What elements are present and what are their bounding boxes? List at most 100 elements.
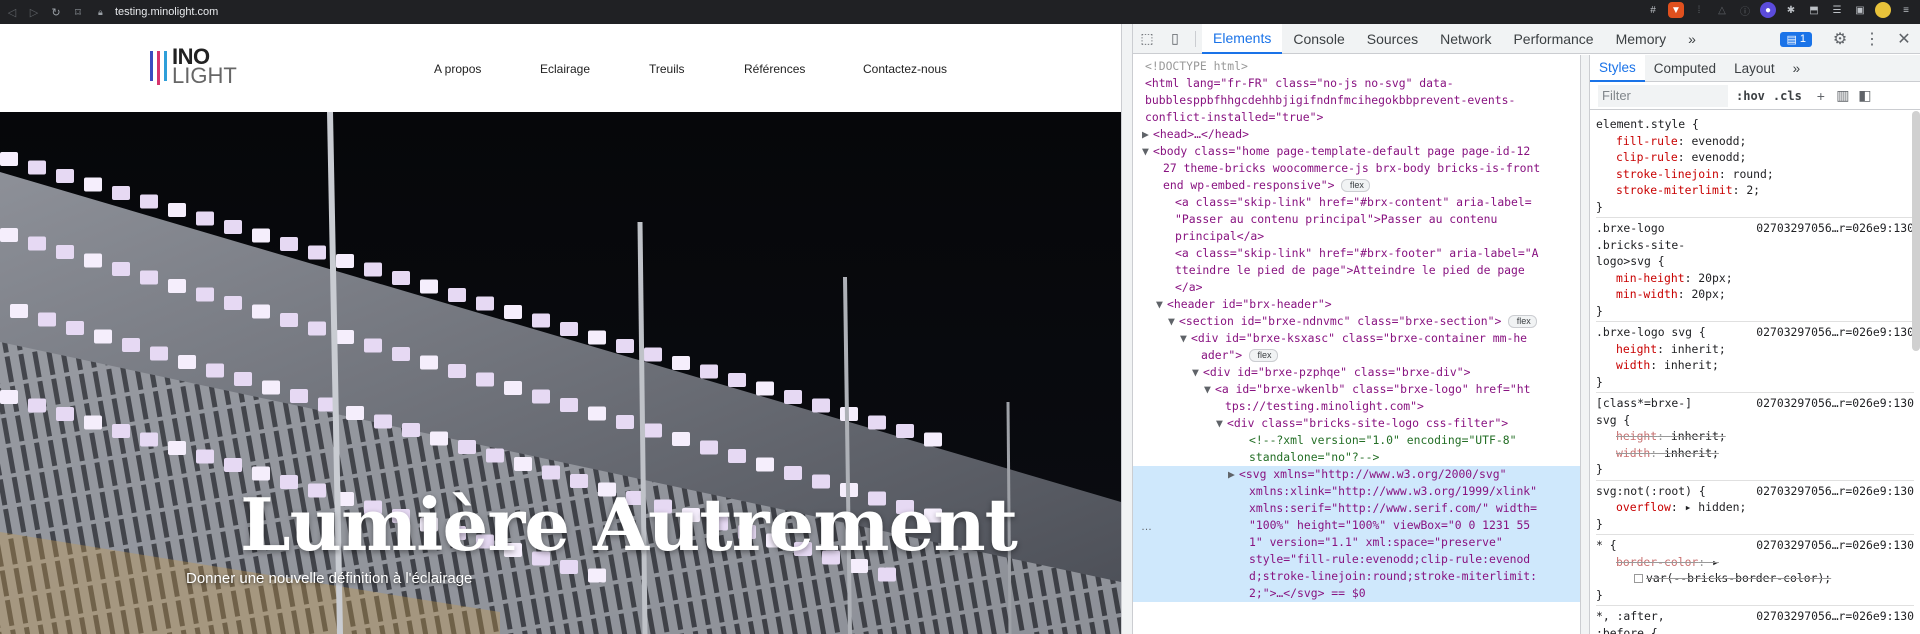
info-icon[interactable]: ⓘ — [1737, 2, 1753, 18]
color-swatch-icon[interactable] — [1634, 574, 1643, 583]
css-declaration[interactable]: clip-rule: evenodd; — [1596, 149, 1914, 166]
profile-avatar[interactable] — [1875, 2, 1891, 18]
tab-layout[interactable]: Layout — [1725, 55, 1784, 82]
tab-computed[interactable]: Computed — [1645, 55, 1725, 82]
tab-network[interactable]: Network — [1429, 24, 1502, 54]
expand-triangle-icon[interactable]: ▼ — [1204, 381, 1215, 398]
back-icon[interactable]: ◁ — [2, 2, 22, 22]
rule-source-link[interactable]: 02703297056…r=026e9:130 — [1756, 483, 1914, 500]
css-declaration[interactable]: width: inherit; — [1596, 445, 1914, 462]
css-declaration[interactable]: min-height: 20px; — [1596, 270, 1914, 287]
vpn-icon[interactable]: ● — [1760, 2, 1776, 18]
sidebar-icon[interactable]: ⁞ — [1691, 2, 1707, 18]
dom-line[interactable]: <html lang="fr-FR" class="no-js no-svg" … — [1133, 75, 1580, 92]
rule-source-link[interactable]: 02703297056…r=026e9:130 — [1756, 395, 1914, 412]
expand-triangle-icon[interactable]: ▼ — [1156, 296, 1167, 313]
flex-badge[interactable]: flex — [1508, 315, 1537, 328]
dom-line[interactable]: <a class="skip-link" href="#brx-footer" … — [1133, 245, 1580, 262]
kebab-menu-icon[interactable]: ⋮ — [1856, 24, 1888, 54]
style-rule[interactable]: * {02703297056…r=026e9:130 border-color: … — [1596, 535, 1914, 606]
css-declaration[interactable]: min-width: 20px; — [1596, 286, 1914, 303]
dom-line[interactable]: style="fill-rule:evenodd;clip-rule:eveno… — [1133, 551, 1580, 568]
reload-icon[interactable]: ↻ — [46, 2, 66, 22]
css-declaration[interactable]: height: inherit; — [1596, 341, 1914, 358]
menu-icon[interactable]: ≡ — [1898, 2, 1914, 18]
dom-line[interactable]: principal</a> — [1133, 228, 1580, 245]
tab-memory[interactable]: Memory — [1605, 24, 1678, 54]
rule-source-link[interactable]: 02703297056…r=026e9:130 — [1756, 608, 1914, 625]
downloads-icon[interactable]: ☰ — [1829, 2, 1845, 18]
tab-styles[interactable]: Styles — [1590, 55, 1645, 82]
css-declaration[interactable]: stroke-linejoin: round; — [1596, 166, 1914, 183]
bookmark-icon[interactable]: ⌑ — [68, 2, 88, 22]
dom-line[interactable]: ▼ <a id="brxe-wkenlb" class="brxe-logo" h… — [1133, 381, 1580, 398]
dom-line[interactable]: ▼ <div id="brxe-pzphqe" class="brxe-div"> — [1133, 364, 1580, 381]
tab-elements[interactable]: Elements — [1202, 23, 1283, 54]
dom-line[interactable]: tteindre le pied de page">Atteindre le p… — [1133, 262, 1580, 279]
wallet-icon[interactable]: ▣ — [1852, 2, 1868, 18]
css-declaration[interactable]: fill-rule: evenodd; — [1596, 133, 1914, 150]
add-rule-icon[interactable]: + — [1810, 85, 1832, 107]
style-rule[interactable]: .brxe-logo .bricks-site- logo>svg {02703… — [1596, 218, 1914, 322]
expand-triangle-icon[interactable]: ▼ — [1192, 364, 1203, 381]
inspect-element-icon[interactable]: ⬚ — [1133, 24, 1161, 54]
device-toolbar-icon[interactable]: ▯ — [1161, 24, 1189, 54]
dom-line[interactable]: conflict-installed="true"> — [1133, 109, 1580, 126]
dom-line[interactable]: bubblesppbfhhgcdehhbjigifndnfmcihegokbbp… — [1133, 92, 1580, 109]
css-declaration[interactable]: height: inherit; — [1596, 428, 1914, 445]
dom-line[interactable]: "Passer au contenu principal">Passer au … — [1133, 211, 1580, 228]
site-logo[interactable]: INO LIGHT — [150, 46, 237, 86]
dom-line[interactable]: <a class="skip-link" href="#brx-content"… — [1133, 194, 1580, 211]
expand-triangle-icon[interactable]: ▼ — [1216, 415, 1227, 432]
dom-line[interactable]: ▶ <head>…</head> — [1133, 126, 1580, 143]
dom-line[interactable]: tps://testing.minolight.com"> — [1133, 398, 1580, 415]
style-rule[interactable]: [class*=brxe-] svg {02703297056…r=026e9:… — [1596, 393, 1914, 481]
ellipsis-menu-icon[interactable]: … — [1141, 521, 1152, 533]
expand-triangle-icon[interactable]: ▼ — [1168, 313, 1179, 330]
expand-triangle-icon[interactable]: ▼ — [1142, 143, 1153, 160]
dom-line[interactable]: <!--?xml version="1.0" encoding="UTF-8" — [1133, 432, 1580, 449]
styles-filter-input[interactable] — [1598, 84, 1728, 107]
dom-line[interactable]: 27 theme-bricks woocommerce-js brx-body … — [1133, 160, 1580, 177]
nav-contact[interactable]: Contactez-nous — [863, 62, 947, 76]
flex-badge[interactable]: flex — [1249, 349, 1278, 362]
dom-line[interactable]: ▼ <div class="bricks-site-logo css-filter… — [1133, 415, 1580, 432]
grid-extension-icon[interactable]: # — [1645, 2, 1661, 18]
dom-line[interactable]: ▼ <header id="brx-header"> — [1133, 296, 1580, 313]
dom-line[interactable]: "100%" height="100%" viewBox="0 0 1231 5… — [1133, 517, 1580, 534]
style-rule[interactable]: *, :after, :before {02703297056…r=026e9:… — [1596, 606, 1914, 634]
css-declaration[interactable]: var(--bricks-border-color); — [1596, 570, 1914, 587]
css-declaration[interactable]: stroke-miterlimit: 2; — [1596, 182, 1914, 199]
dom-line[interactable]: d;stroke-linejoin:round;stroke-miterlimi… — [1133, 568, 1580, 585]
nav-references[interactable]: Références — [744, 62, 805, 76]
tab-performance[interactable]: Performance — [1502, 24, 1604, 54]
pin-icon[interactable]: ⬒ — [1806, 2, 1822, 18]
nav-a-propos[interactable]: A propos — [434, 62, 481, 76]
rule-source-link[interactable]: 02703297056…r=026e9:130 — [1756, 537, 1914, 554]
dom-line[interactable]: end wp-embed-responsive"> flex — [1133, 177, 1580, 194]
forward-icon[interactable]: ▷ — [24, 2, 44, 22]
style-rule[interactable]: .brxe-logo svg {02703297056…r=026e9:130 h… — [1596, 322, 1914, 393]
expand-triangle-icon[interactable]: ▼ — [1180, 330, 1191, 347]
css-declaration[interactable]: overflow: ▸ hidden; — [1596, 499, 1914, 516]
dom-line[interactable]: <!DOCTYPE html> — [1133, 58, 1580, 75]
selected-svg-node[interactable]: ▶ <svg xmlns="http://www.w3.org/2000/svg" — [1133, 466, 1580, 483]
flex-badge[interactable]: flex — [1341, 179, 1370, 192]
expand-triangle-icon[interactable]: ▶ — [1228, 466, 1239, 483]
paint-icon[interactable]: ▥ — [1832, 85, 1854, 107]
tab-sources[interactable]: Sources — [1356, 24, 1429, 54]
devtools-resize-handle[interactable] — [1121, 24, 1133, 634]
expand-triangle-icon[interactable]: ▶ — [1142, 126, 1153, 143]
dom-line[interactable]: xmlns:serif="http://www.serif.com/" widt… — [1133, 500, 1580, 517]
dom-line[interactable]: 2;">…</svg> == $0 — [1133, 585, 1580, 602]
issues-badge[interactable]: ▤ 1 — [1780, 31, 1812, 47]
toggle-sidebar-icon[interactable]: ◧ — [1854, 85, 1876, 107]
pane-splitter[interactable] — [1580, 55, 1590, 634]
css-declaration[interactable]: border-color: ▸ — [1596, 554, 1914, 571]
brave-shield-icon[interactable]: ▼ — [1668, 2, 1684, 18]
nav-treuils[interactable]: Treuils — [649, 62, 685, 76]
dom-line[interactable]: 1" version="1.1" xml:space="preserve" — [1133, 534, 1580, 551]
hov-toggle[interactable]: :hov — [1736, 89, 1765, 103]
close-icon[interactable]: ✕ — [1888, 24, 1920, 54]
more-style-tabs-icon[interactable]: » — [1784, 55, 1810, 82]
